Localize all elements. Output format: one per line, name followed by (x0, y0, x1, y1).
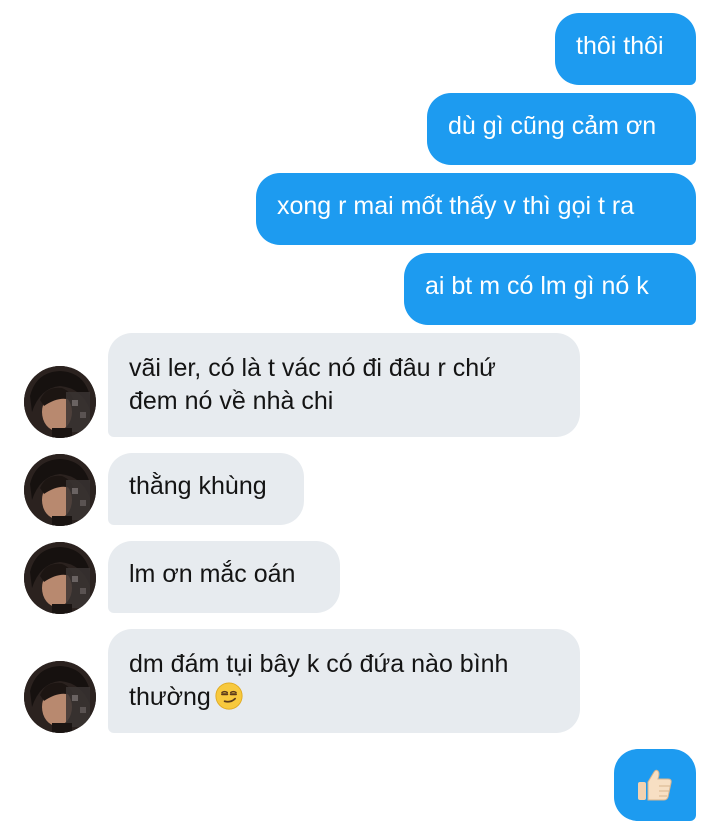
message-text-line: thường (129, 681, 559, 714)
outgoing-message-bubble[interactable]: xong r mai mốt thấy v thì gọi t ra (256, 173, 696, 245)
sender-avatar[interactable] (24, 366, 96, 438)
avatar-photo (24, 661, 96, 733)
message-text: ai bt m có lm gì nó k (425, 272, 649, 300)
message-text: lm ơn mắc oán (129, 560, 296, 588)
message-text: thường (129, 683, 211, 711)
message-text: xong r mai mốt thấy v thì gọi t ra (277, 192, 635, 220)
sender-avatar[interactable] (24, 542, 96, 614)
smirking-face-emoji (215, 682, 243, 710)
sender-avatar[interactable] (24, 661, 96, 733)
incoming-message-bubble[interactable]: dm đám tụi bây k có đứa nào bình thường (108, 629, 580, 733)
outgoing-message-bubble[interactable]: ai bt m có lm gì nó k (404, 253, 696, 325)
message-text-line: vãi ler, có là t vác nó đi đâu r chứ (129, 354, 496, 382)
avatar-photo (24, 542, 96, 614)
sender-avatar[interactable] (24, 454, 96, 526)
incoming-message-bubble[interactable]: thằng khùng (108, 453, 304, 525)
message-text-line: đem nó về nhà chi (129, 387, 334, 415)
message-text-line: dm đám tụi bây k có đứa nào bình (129, 650, 509, 678)
message-text: thôi thôi (576, 32, 664, 60)
outgoing-message-bubble[interactable]: thôi thôi (555, 13, 696, 85)
avatar-photo (24, 454, 96, 526)
outgoing-like-bubble[interactable] (614, 749, 696, 821)
incoming-message-bubble[interactable]: lm ơn mắc oán (108, 541, 340, 613)
message-text: dù gì cũng cảm ơn (448, 112, 657, 140)
incoming-message-bubble[interactable]: vãi ler, có là t vác nó đi đâu r chứ đem… (108, 333, 580, 437)
thumbs-up-emoji (638, 769, 672, 801)
outgoing-message-bubble[interactable]: dù gì cũng cảm ơn (427, 93, 696, 165)
avatar-photo (24, 366, 96, 438)
message-text: thằng khùng (129, 472, 267, 500)
